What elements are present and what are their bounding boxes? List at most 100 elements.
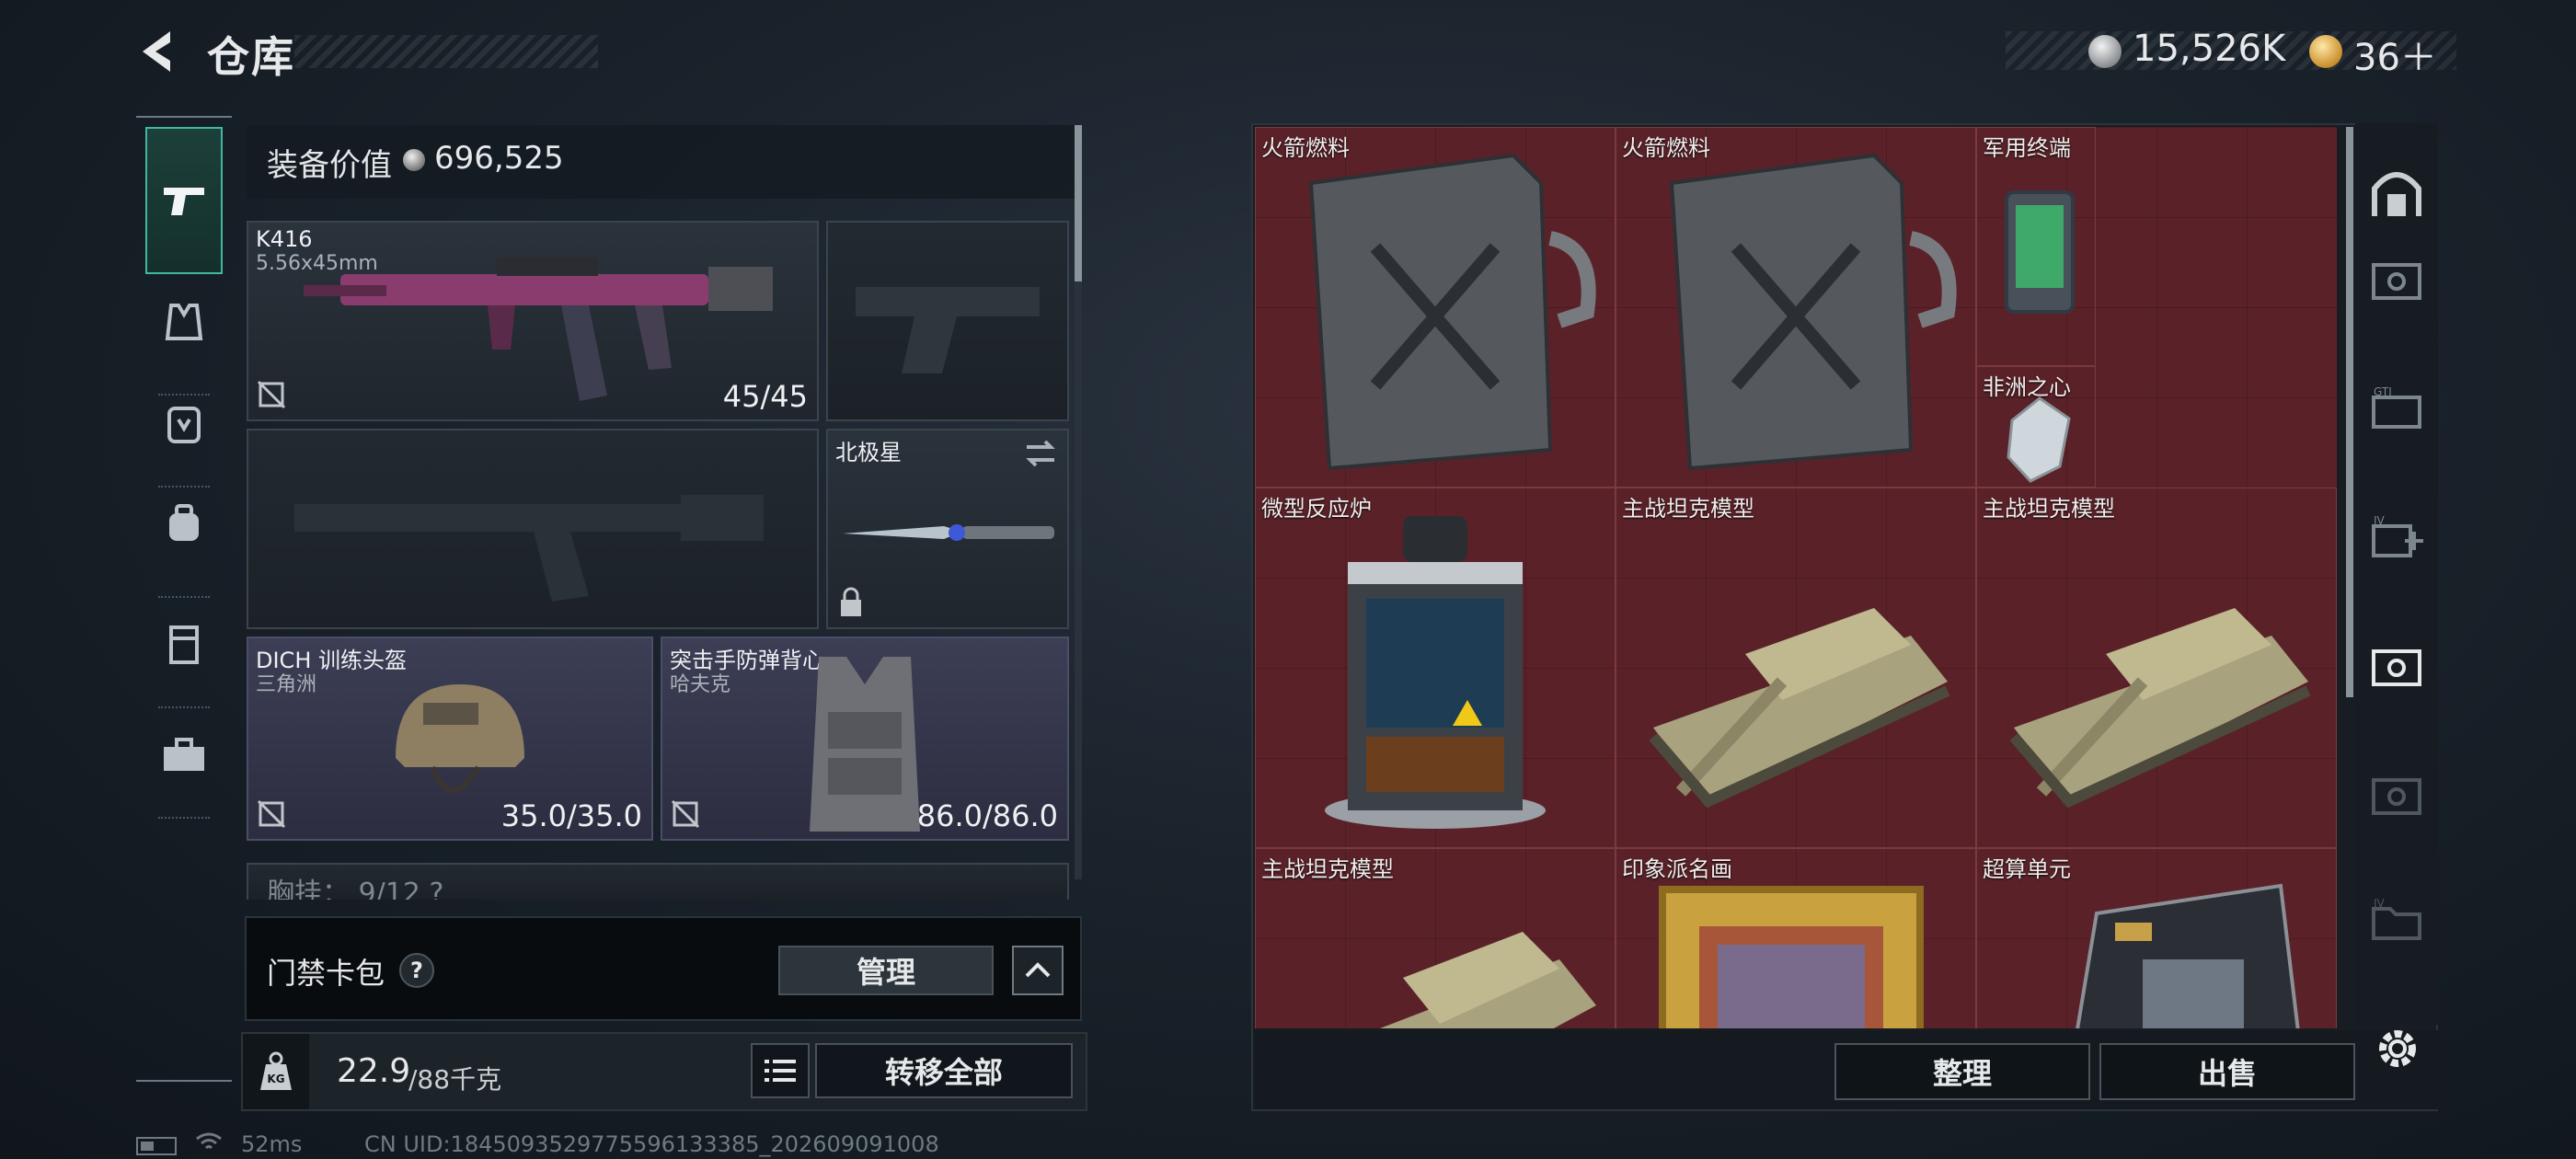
silver-coin-icon	[403, 149, 425, 171]
storage-item[interactable]: 火箭燃料	[1255, 127, 1616, 488]
storage-tab-6[interactable]: IV	[2366, 889, 2427, 949]
uid-text: CN UID:1845093529775596133385_2026090910…	[364, 1131, 939, 1157]
armor-slot[interactable]: 突击手防弹背心 哈夫克 86.0/86.0	[661, 637, 1069, 841]
page-title: 仓库	[207, 32, 295, 82]
storage-tab-icon: GTI	[2372, 385, 2421, 429]
vest-image	[810, 657, 920, 832]
weight-max: /88千克	[408, 1064, 502, 1095]
storage-item[interactable]: 超算单元	[1976, 848, 2337, 1028]
tank-image	[2009, 608, 2311, 809]
rail-item-armor[interactable]	[145, 384, 223, 462]
item-name: 印象派名画	[1622, 856, 1732, 882]
uninsured-icon	[257, 799, 286, 829]
storage-item[interactable]: 微型反应炉	[1255, 488, 1616, 848]
list-icon	[765, 1060, 796, 1082]
storage-scrollbar[interactable]	[2346, 127, 2353, 697]
storage-item[interactable]: 主战坦克模型	[1976, 488, 2337, 848]
helmet-durability: 35.0/35.0	[500, 798, 642, 833]
chest-rig-label: 胸挂： 9/12 ?	[267, 878, 444, 900]
sort-button[interactable]: 整理	[1834, 1043, 2090, 1100]
storage-item[interactable]: 主战坦克模型	[1255, 848, 1616, 1028]
item-name: 主战坦克模型	[1622, 496, 1754, 522]
equipment-value: 696,525	[434, 140, 564, 177]
svg-text:IV: IV	[2374, 514, 2386, 527]
helmet-slot[interactable]: DICH 训练头盔 三角洲 35.0/35.0	[247, 637, 653, 841]
uninsured-icon	[257, 380, 286, 409]
melee-slot[interactable]: 北极星	[826, 429, 1069, 629]
uninsured-icon	[671, 799, 700, 829]
category-rail	[136, 116, 232, 1082]
reactor-image	[1325, 516, 1546, 829]
weight-current: 22.9	[337, 1052, 411, 1090]
backpack-armor-icon	[167, 407, 201, 443]
storage-tab-icon	[2372, 778, 2421, 815]
silver-amount[interactable]: 15,526K	[2133, 28, 2285, 70]
keycard-label: 门禁卡包	[267, 956, 385, 991]
sell-button[interactable]: 出售	[2099, 1043, 2355, 1100]
pistol-slot[interactable]	[826, 221, 1069, 421]
ping-text: 52ms	[241, 1131, 303, 1157]
storage-item[interactable]: 主战坦克模型	[1616, 488, 1976, 848]
jerrycan-image	[1308, 153, 1596, 471]
rail-item-container[interactable]	[145, 605, 223, 683]
jerrycan-image	[1669, 153, 1957, 471]
storage-tab-main[interactable]	[2366, 162, 2427, 223]
weight-icon: KG	[260, 1051, 292, 1090]
back-arrow-icon[interactable]	[133, 26, 185, 77]
storage-folder-icon: IV	[2372, 897, 2421, 940]
help-button[interactable]: ?	[399, 953, 434, 988]
wifi-icon	[196, 1132, 222, 1150]
storage-tab-1[interactable]	[2366, 248, 2427, 309]
diamond-image	[2007, 396, 2071, 483]
chevron-up-icon	[1025, 962, 1051, 978]
primary-weapon-slot[interactable]: K416 5.56x45mm 45/45	[247, 221, 819, 421]
equipment-value-label: 装备价值	[267, 147, 392, 184]
svg-text:IV: IV	[2374, 897, 2386, 910]
storage-tab-3[interactable]: IV	[2366, 506, 2427, 567]
silver-coin-icon	[2088, 35, 2122, 68]
storage-item[interactable]: 火箭燃料	[1616, 127, 1976, 488]
collapse-button[interactable]	[1012, 946, 1064, 995]
storage-tab-active-icon	[2372, 649, 2421, 686]
item-name: 军用终端	[1983, 135, 2071, 161]
swap-icon[interactable]	[1023, 438, 1058, 469]
rail-item-backpack[interactable]	[145, 486, 223, 563]
weight-icon-box: KG	[243, 1034, 309, 1109]
manage-button[interactable]: 管理	[778, 946, 994, 995]
toolbox-icon	[164, 738, 204, 771]
gold-coin-icon	[2309, 35, 2342, 68]
painting-image	[1659, 886, 1924, 1028]
knife-image	[843, 524, 1054, 541]
rail-item-chest-rig[interactable]	[145, 283, 223, 361]
storage-add-icon: IV	[2372, 514, 2423, 557]
item-name: 主战坦克模型	[1261, 856, 1394, 882]
backpack-icon	[169, 504, 199, 541]
gear-icon[interactable]	[2370, 1021, 2425, 1076]
title-stripe	[294, 35, 598, 68]
storage-item[interactable]: 军用终端	[1976, 127, 2096, 366]
helmet-faction: 三角洲	[256, 673, 317, 696]
svg-text:KG: KG	[267, 1073, 284, 1085]
rail-item-toolbox[interactable]	[145, 716, 223, 793]
storage-tab-2[interactable]: GTI	[2366, 377, 2427, 438]
tank-image	[1380, 932, 1596, 1028]
storage-tab-icon	[2372, 263, 2421, 300]
storage-tab-5[interactable]	[2366, 763, 2427, 824]
secondary-weapon-slot[interactable]	[247, 429, 819, 629]
transfer-all-button[interactable]: 转移全部	[815, 1043, 1073, 1098]
circuit-board-image	[2076, 883, 2300, 1028]
melee-name: 北极星	[835, 440, 902, 465]
list-view-button[interactable]	[751, 1043, 810, 1098]
lock-icon	[841, 587, 861, 616]
storage-grid: 火箭燃料 火箭燃料 军用终端 非洲之心 微型反应炉 主战坦克模型 主战坦克模型 …	[1255, 127, 2337, 1028]
storage-tab-4[interactable]	[2366, 635, 2427, 695]
svg-text:GTI: GTI	[2374, 385, 2392, 398]
armor-faction: 哈夫克	[670, 673, 731, 696]
storage-item[interactable]: 非洲之心	[1976, 366, 2096, 488]
vault-icon	[2372, 172, 2421, 216]
storage-item[interactable]: 印象派名画	[1616, 848, 1976, 1028]
vest-icon	[165, 304, 203, 340]
equipment-scroll-thumb[interactable]	[1075, 125, 1082, 281]
gold-amount[interactable]: 36＋	[2353, 28, 2437, 81]
rail-item-weapons[interactable]	[145, 127, 223, 274]
